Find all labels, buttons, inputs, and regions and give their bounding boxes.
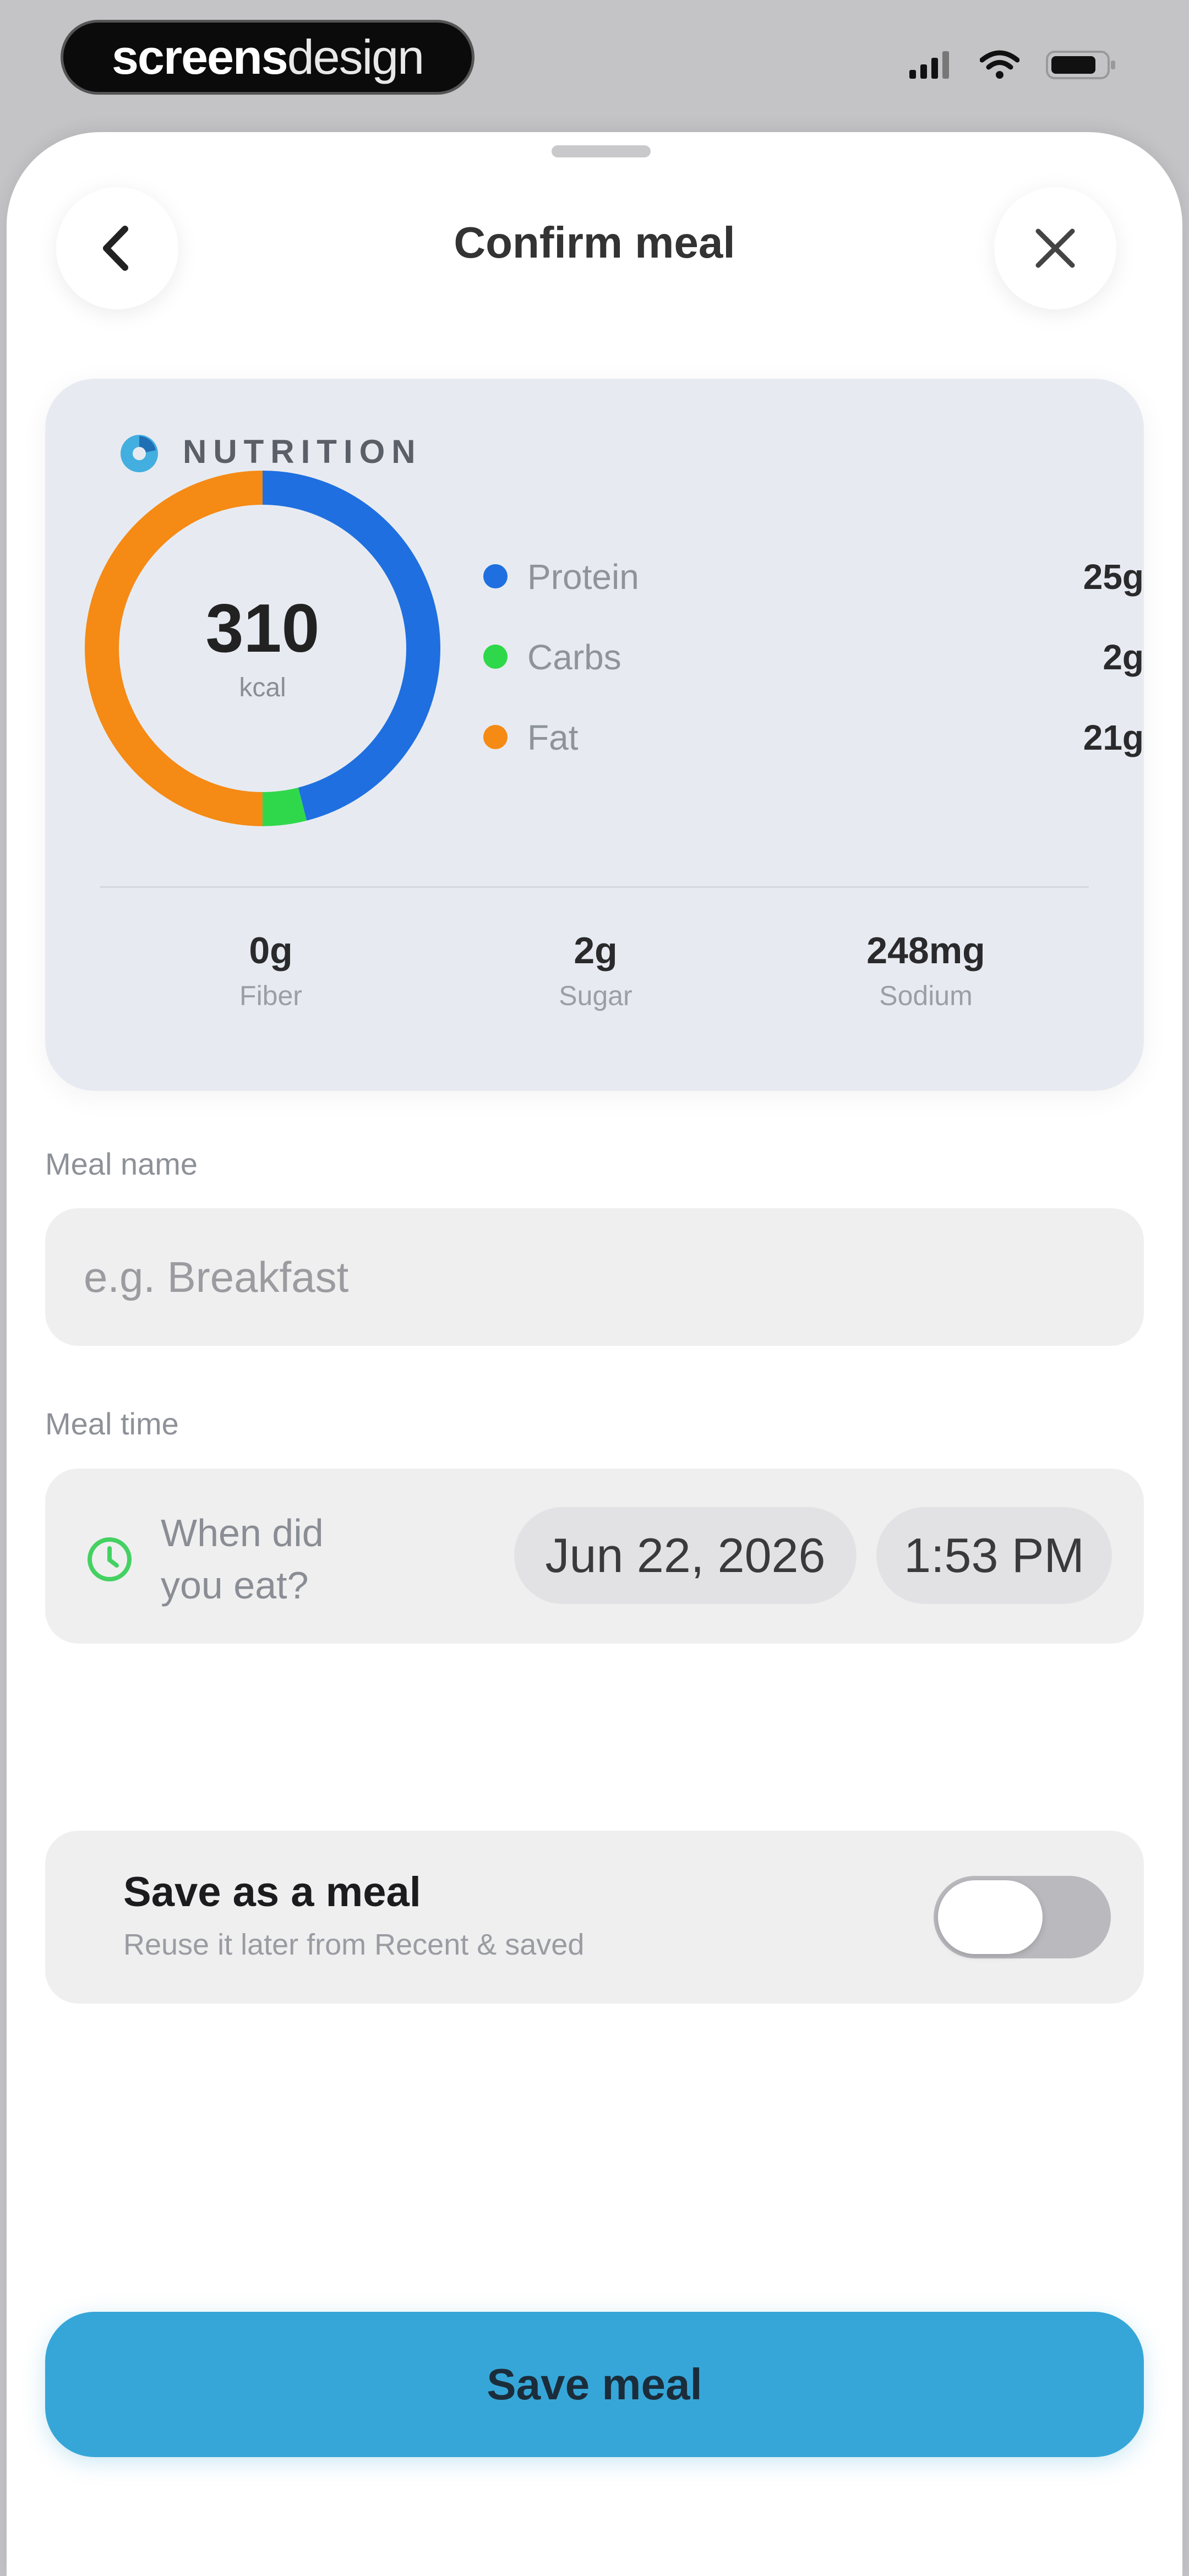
macro-list: Protein 25g Carbs 2g Fat 21g (483, 547, 1144, 788)
toggle-knob (938, 1880, 1043, 1954)
status-icons (909, 50, 1117, 80)
meal-time-card: When did you eat? Jun 22, 2026 1:53 PM (45, 1469, 1144, 1644)
meal-name-label: Meal name (45, 1147, 198, 1181)
time-picker-chip[interactable]: 1:53 PM (876, 1507, 1112, 1604)
macro-row-protein: Protein 25g (483, 547, 1144, 627)
macro-name: Carbs (527, 637, 621, 677)
protein-dot (483, 564, 508, 588)
carbs-dot (483, 645, 508, 669)
confirm-meal-sheet: Confirm meal NUTRITION 310 kcal Protein … (7, 132, 1182, 2576)
save-as-meal-subtitle: Reuse it later from Recent & saved (123, 1928, 585, 1961)
micro-value: 2g (574, 930, 618, 972)
macro-value: 25g (1083, 557, 1144, 597)
save-meal-button[interactable]: Save meal (45, 2312, 1144, 2457)
meal-time-question: When did you eat? (161, 1511, 324, 1607)
brand-bold: screens (111, 30, 288, 84)
macro-value: 21g (1083, 718, 1144, 757)
micro-sodium: 248mg Sodium (816, 929, 1036, 1012)
battery-icon (1046, 51, 1115, 79)
macro-name: Fat (527, 718, 579, 757)
macro-row-fat: Fat 21g (483, 707, 1144, 788)
nutrition-card: NUTRITION 310 kcal Protein 25g Carbs 2g … (45, 379, 1144, 1091)
save-as-meal-toggle[interactable] (934, 1876, 1111, 1958)
micro-value: 0g (249, 930, 293, 972)
micro-label: Sodium (879, 980, 973, 1011)
status-bar: screens design (0, 0, 1189, 127)
meal-name-input[interactable] (45, 1208, 1144, 1346)
date-picker-chip[interactable]: Jun 22, 2026 (514, 1507, 857, 1604)
micro-label: Fiber (239, 980, 302, 1011)
micro-value: 248mg (866, 930, 985, 972)
micro-fiber: 0g Fiber (161, 929, 381, 1012)
micro-label: Sugar (559, 980, 632, 1011)
macro-value: 2g (1103, 637, 1144, 677)
macro-name: Protein (527, 557, 639, 597)
card-divider (100, 886, 1089, 888)
clock-icon (88, 1537, 132, 1581)
calories-value: 310 (205, 590, 320, 667)
sheet-grabber[interactable] (552, 145, 651, 157)
cellular-signal-icon (909, 51, 949, 79)
meal-time-label: Meal time (45, 1406, 179, 1441)
save-as-meal-title: Save as a meal (123, 1869, 421, 1915)
micro-sugar: 2g Sugar (486, 929, 706, 1012)
save-as-meal-card: Save as a meal Reuse it later from Recen… (45, 1831, 1144, 2004)
brand-light: design (287, 30, 424, 84)
close-button[interactable] (994, 187, 1116, 309)
macro-row-carbs: Carbs 2g (483, 627, 1144, 707)
fat-dot (483, 725, 508, 749)
calorie-ring: 310 kcal (78, 464, 447, 833)
wifi-icon (980, 50, 1019, 79)
brand-logo: screens design (61, 20, 474, 95)
close-icon (1035, 228, 1075, 268)
calories-unit: kcal (239, 673, 286, 702)
